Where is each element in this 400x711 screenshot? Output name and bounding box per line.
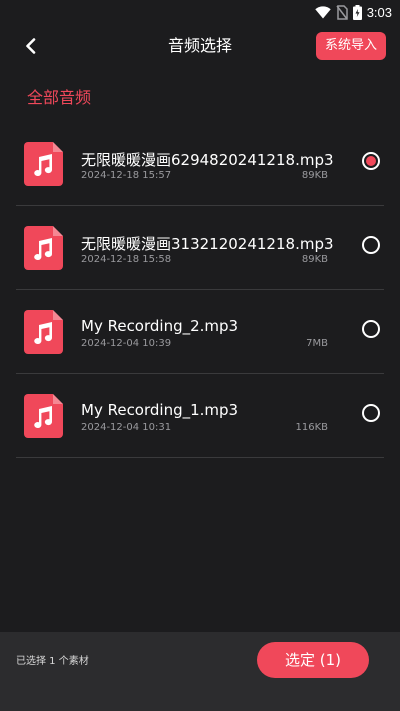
no-sim-icon bbox=[336, 4, 348, 20]
file-size: 7MB bbox=[306, 338, 328, 349]
select-radio[interactable] bbox=[362, 320, 380, 338]
file-name: 无限暖暖漫画6294820241218.mp3 bbox=[81, 151, 334, 169]
file-date: 2024-12-04 10:31 bbox=[81, 422, 172, 433]
audio-list: 无限暖暖漫画6294820241218.mp3 2024-12-18 15:57… bbox=[0, 122, 400, 458]
list-item[interactable]: My Recording_1.mp3 2024-12-04 10:31 116K… bbox=[16, 374, 384, 458]
list-item[interactable]: 无限暖暖漫画3132120241218.mp3 2024-12-18 15:58… bbox=[16, 206, 384, 290]
list-item[interactable]: 无限暖暖漫画6294820241218.mp3 2024-12-18 15:57… bbox=[16, 122, 384, 206]
list-item[interactable]: My Recording_2.mp3 2024-12-04 10:39 7MB bbox=[16, 290, 384, 374]
status-icons: 3:03 bbox=[314, 4, 400, 20]
file-name: 无限暖暖漫画3132120241218.mp3 bbox=[81, 235, 334, 253]
app-bar: 音频选择 系统导入 bbox=[0, 24, 400, 68]
status-bar: 3:03 bbox=[0, 0, 400, 24]
wifi-icon bbox=[314, 5, 331, 18]
system-import-button[interactable]: 系统导入 bbox=[315, 32, 386, 60]
file-size: 89KB bbox=[301, 254, 328, 265]
file-name: My Recording_2.mp3 bbox=[81, 317, 239, 335]
file-size: 116KB bbox=[295, 422, 328, 433]
file-name: My Recording_1.mp3 bbox=[81, 401, 239, 419]
chevron-left-icon bbox=[26, 38, 36, 54]
music-file-icon bbox=[24, 226, 63, 270]
select-radio[interactable] bbox=[362, 404, 380, 422]
file-date: 2024-12-04 10:39 bbox=[81, 338, 172, 349]
select-radio[interactable] bbox=[362, 236, 380, 254]
music-file-icon bbox=[24, 310, 63, 354]
back-button[interactable] bbox=[18, 34, 44, 58]
status-time: 3:03 bbox=[366, 4, 392, 20]
file-size: 89KB bbox=[301, 170, 328, 181]
music-file-icon bbox=[24, 394, 63, 438]
confirm-button[interactable]: 选定 (1) bbox=[257, 642, 369, 678]
battery-charging-icon bbox=[352, 4, 362, 20]
file-date: 2024-12-18 15:58 bbox=[81, 254, 172, 265]
bottom-bar: 已选择 1 个素材 选定 (1) bbox=[0, 632, 400, 711]
music-file-icon bbox=[24, 142, 63, 186]
file-date: 2024-12-18 15:57 bbox=[81, 170, 172, 181]
selected-count-text: 已选择 1 个素材 bbox=[16, 656, 89, 667]
select-radio[interactable] bbox=[362, 152, 380, 170]
section-title: 全部音频 bbox=[27, 88, 92, 107]
